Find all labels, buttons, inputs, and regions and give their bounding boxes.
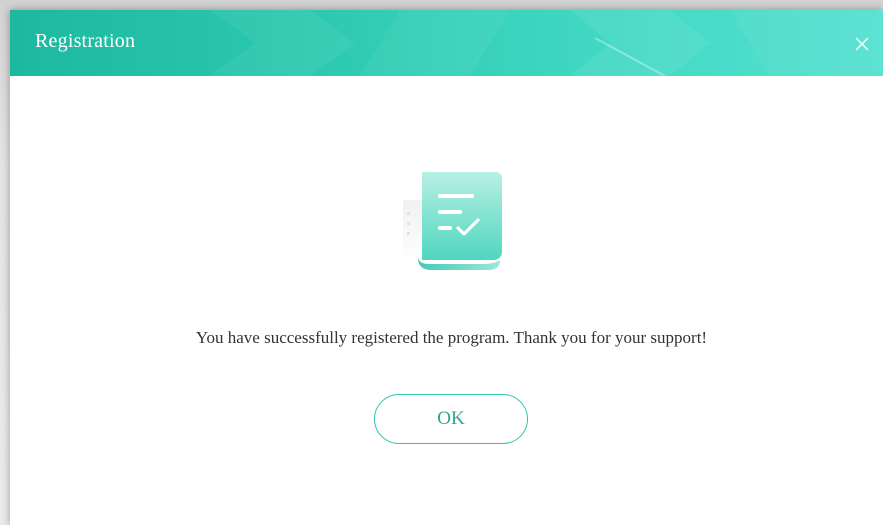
success-message: You have successfully registered the pro… — [195, 328, 708, 347]
titlebar-decoration — [210, 10, 883, 76]
registration-dialog: Registration You have successfully regis… — [10, 10, 883, 525]
close-icon[interactable] — [852, 34, 872, 54]
ok-button[interactable]: OK — [374, 394, 528, 444]
dialog-title: Registration — [35, 30, 136, 52]
dialog-titlebar: Registration — [10, 10, 883, 76]
registration-receipt-icon — [388, 160, 514, 276]
dialog-content: You have successfully registered the pro… — [10, 76, 883, 525]
